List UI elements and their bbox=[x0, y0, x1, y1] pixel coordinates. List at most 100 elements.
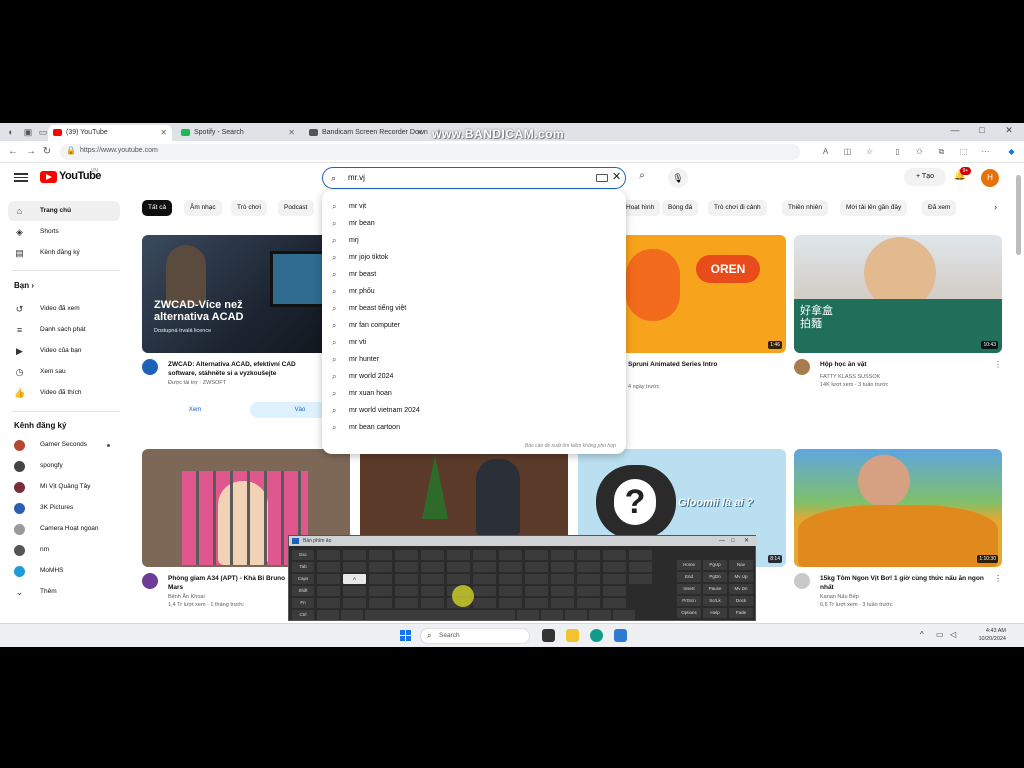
channel-avatar[interactable] bbox=[794, 573, 810, 589]
taskbar-search-box[interactable]: ⌕ Search bbox=[420, 628, 530, 644]
osk-key-dock[interactable]: Dock bbox=[729, 596, 753, 606]
copilot-icon[interactable]: ◆ bbox=[1006, 146, 1017, 157]
search-button[interactable]: ⌕ bbox=[632, 170, 652, 188]
collections-icon[interactable]: ⧉ bbox=[936, 146, 947, 157]
suggestion-item[interactable]: ⌕ mr fan computer bbox=[322, 317, 626, 334]
osk-key[interactable] bbox=[525, 598, 548, 608]
close-tab-icon[interactable]: ✕ bbox=[416, 125, 423, 141]
chip-platformer[interactable]: Trò chơi đi cảnh bbox=[708, 200, 767, 216]
profile-icon[interactable]: ◐ bbox=[5, 126, 17, 138]
osk-key[interactable] bbox=[317, 562, 340, 572]
osk-key[interactable] bbox=[369, 586, 392, 596]
osk-key[interactable] bbox=[551, 574, 574, 584]
osk-key[interactable] bbox=[603, 550, 626, 560]
maximize-button[interactable]: □ bbox=[975, 125, 989, 135]
suggestion-item[interactable]: ⌕ mr jojo tiktok bbox=[322, 249, 626, 266]
back-icon[interactable]: ← bbox=[6, 145, 20, 159]
bandicam-app-icon[interactable] bbox=[614, 629, 627, 642]
refresh-icon[interactable]: ↻ bbox=[40, 145, 54, 159]
osk-key[interactable] bbox=[343, 562, 366, 572]
address-bar[interactable]: 🔒 https://www.youtube.com bbox=[60, 144, 800, 160]
windows-start-icon[interactable] bbox=[400, 630, 412, 642]
osk-key[interactable] bbox=[525, 562, 548, 572]
osk-key-mv-dn[interactable]: Mv Dn bbox=[729, 584, 753, 594]
video-thumbnail[interactable]: 好拿盒 拍麵 10:43 bbox=[794, 235, 1002, 353]
forward-icon[interactable]: → bbox=[24, 145, 38, 159]
account-avatar[interactable]: H bbox=[981, 169, 999, 187]
sidebar-item-liked[interactable]: 👍 Video đã thích bbox=[8, 383, 120, 403]
osk-key[interactable] bbox=[577, 562, 600, 572]
video-title[interactable]: 15kg Tôm Ngon Vịt Bơ! 1 giờ cùng thức nấ… bbox=[820, 574, 990, 592]
sidebar-item-your-videos[interactable]: ▶ Video của bạn bbox=[8, 341, 120, 361]
chevron-right-icon[interactable]: › bbox=[994, 202, 997, 212]
ad-watch-button[interactable]: Xem bbox=[142, 402, 248, 418]
osk-key[interactable] bbox=[551, 586, 574, 596]
volume-icon[interactable]: ◁ bbox=[950, 630, 956, 639]
osk-key-space[interactable] bbox=[365, 610, 515, 620]
osk-key[interactable] bbox=[603, 574, 626, 584]
create-button[interactable]: + Tạo bbox=[904, 168, 946, 186]
osk-key[interactable] bbox=[369, 562, 392, 572]
osk-key[interactable] bbox=[447, 574, 470, 584]
osk-key-home[interactable]: Home bbox=[677, 560, 701, 570]
video-title[interactable]: Hộp học ăn vặt bbox=[820, 360, 990, 369]
suggestion-item[interactable]: ⌕ mr phốu bbox=[322, 283, 626, 300]
osk-key[interactable] bbox=[395, 586, 418, 596]
osk-key[interactable] bbox=[395, 574, 418, 584]
tab-youtube[interactable]: (39) YouTube ✕ bbox=[48, 125, 172, 141]
split-screen-icon[interactable]: ◫ bbox=[842, 146, 853, 157]
osk-key[interactable] bbox=[421, 550, 444, 560]
taskbar-clock[interactable]: 4:43 AM 10/20/2024 bbox=[966, 627, 1006, 643]
osk-key-down[interactable] bbox=[589, 610, 611, 620]
network-icon[interactable]: ▭ bbox=[936, 630, 944, 639]
osk-close-button[interactable]: ✕ bbox=[744, 536, 749, 546]
osk-titlebar[interactable]: Bàn phím ảo — □ ✕ bbox=[289, 536, 757, 546]
osk-key[interactable] bbox=[499, 550, 522, 560]
chip-nature[interactable]: Thiên nhiên bbox=[782, 200, 828, 216]
osk-key[interactable] bbox=[473, 550, 496, 560]
close-window-button[interactable]: ✕ bbox=[1002, 125, 1016, 136]
osk-key[interactable] bbox=[421, 598, 444, 608]
channel-avatar[interactable] bbox=[794, 359, 810, 375]
osk-key[interactable] bbox=[317, 598, 340, 608]
suggestion-item[interactable]: ⌕ mr vti bbox=[322, 334, 626, 351]
osk-key[interactable] bbox=[629, 550, 652, 560]
osk-key[interactable]: A bbox=[343, 574, 366, 584]
chip-games[interactable]: Trò chơi bbox=[231, 200, 267, 216]
sidebar-sub-gamer-seconds[interactable]: Gamer Seconds bbox=[8, 435, 120, 455]
video-title[interactable]: ZWCAD: Alternativa ACAD, efektivní CAD s… bbox=[168, 360, 326, 378]
chip-music[interactable]: Âm nhạc bbox=[184, 200, 222, 216]
osk-maximize-button[interactable]: □ bbox=[731, 536, 735, 546]
suggestion-item[interactable]: ⌕ mr beast tiếng việt bbox=[322, 300, 626, 317]
sidebar-item-history[interactable]: ↺ Video đã xem bbox=[8, 299, 120, 319]
video-menu-icon[interactable]: ⋮ bbox=[994, 574, 1002, 583]
osk-key[interactable] bbox=[395, 550, 418, 560]
osk-key[interactable] bbox=[603, 562, 626, 572]
voice-search-icon[interactable]: 🎙 bbox=[668, 168, 688, 188]
sidebar-item-shorts[interactable]: ◈ Shorts bbox=[8, 222, 120, 242]
osk-key[interactable] bbox=[421, 586, 444, 596]
chip-football[interactable]: Bóng đá bbox=[662, 200, 699, 216]
sidebar-toggle-icon[interactable]: ▯ bbox=[892, 146, 903, 157]
tab-bandicam[interactable]: Bandicam Screen Recorder Down ✕ bbox=[304, 125, 428, 141]
osk-key[interactable] bbox=[473, 574, 496, 584]
sidebar-sub-spongfy[interactable]: spongfy bbox=[8, 456, 120, 476]
suggestion-item[interactable]: ⌕ mr xuan hoan bbox=[322, 385, 626, 402]
osk-key[interactable] bbox=[551, 598, 574, 608]
page-scrollbar[interactable] bbox=[1016, 175, 1021, 255]
minimize-button[interactable]: — bbox=[948, 125, 962, 135]
osk-key-esc[interactable]: Esc bbox=[292, 550, 314, 560]
osk-key[interactable] bbox=[369, 574, 392, 584]
osk-key[interactable] bbox=[629, 574, 652, 584]
suggestion-item[interactable]: ⌕ mrj bbox=[322, 232, 626, 249]
suggestion-item[interactable]: ⌕ mr world vietnam 2024 bbox=[322, 402, 626, 419]
osk-key[interactable] bbox=[577, 598, 600, 608]
osk-key-right[interactable] bbox=[613, 610, 635, 620]
sidebar-item-playlists[interactable]: ≡ Danh sách phát bbox=[8, 320, 120, 340]
osk-key[interactable] bbox=[395, 562, 418, 572]
osk-key[interactable] bbox=[447, 550, 470, 560]
osk-key-fade[interactable]: Fade bbox=[729, 608, 753, 618]
chip-podcast[interactable]: Podcast bbox=[278, 200, 314, 216]
sidebar-sub-camera[interactable]: Camera Hoạt ngoan bbox=[8, 519, 120, 539]
osk-key-help[interactable]: Help bbox=[703, 608, 727, 618]
